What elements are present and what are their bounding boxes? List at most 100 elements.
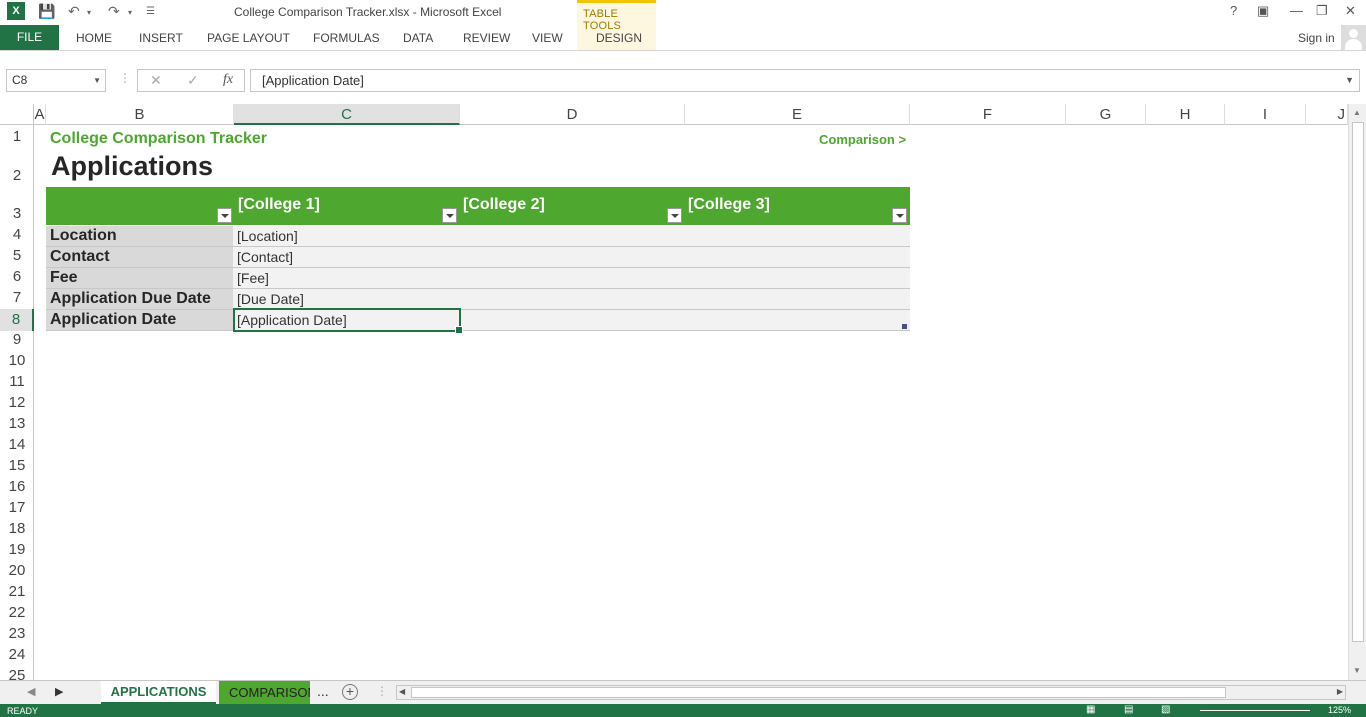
customize-qat-icon[interactable]: ☰ xyxy=(146,6,155,17)
row-header[interactable]: 4 xyxy=(0,226,34,243)
row-header[interactable]: 11 xyxy=(0,373,34,390)
sheet-tab-comparison[interactable]: COMPARISON xyxy=(219,681,310,704)
filter-dropdown-icon[interactable] xyxy=(892,208,907,223)
comparison-link[interactable]: Comparison > xyxy=(819,132,906,147)
scroll-left-icon[interactable]: ◀ xyxy=(399,687,405,696)
page-layout-view-icon[interactable]: ▤ xyxy=(1124,704,1133,715)
page-break-view-icon[interactable]: ▧ xyxy=(1161,704,1170,715)
tab-design[interactable]: DESIGN xyxy=(596,31,642,45)
cell-value[interactable]: [Fee] xyxy=(237,268,269,288)
restore-icon[interactable]: ❐ xyxy=(1316,3,1328,19)
zoom-slider[interactable] xyxy=(1200,710,1310,711)
cell-value[interactable]: [Contact] xyxy=(237,247,293,267)
row-header[interactable]: 20 xyxy=(0,562,34,579)
row-label[interactable]: Location xyxy=(46,226,233,246)
table-header-college-2[interactable]: [College 2] xyxy=(463,196,545,214)
row-header[interactable]: 18 xyxy=(0,520,34,537)
add-sheet-button[interactable]: + xyxy=(342,684,358,700)
column-header-h[interactable]: H xyxy=(1146,104,1225,125)
formula-input[interactable]: [Application Date] ▼ xyxy=(250,69,1360,92)
divider-icon[interactable]: ⋮ xyxy=(376,684,388,698)
filter-dropdown-icon[interactable] xyxy=(442,208,457,223)
active-cell[interactable] xyxy=(233,308,463,334)
row-header-selected[interactable]: 8 xyxy=(0,309,34,331)
row-header[interactable]: 12 xyxy=(0,394,34,411)
scroll-down-icon[interactable]: ▼ xyxy=(1353,666,1361,675)
horizontal-scrollbar[interactable]: ◀ ▶ xyxy=(396,685,1346,700)
column-header-f[interactable]: F xyxy=(910,104,1066,125)
normal-view-icon[interactable]: ▦ xyxy=(1086,704,1095,715)
sign-in-link[interactable]: Sign in xyxy=(1298,31,1335,45)
scroll-up-icon[interactable]: ▲ xyxy=(1353,108,1361,117)
ribbon-display-icon[interactable]: ▣ xyxy=(1257,3,1269,19)
row-header[interactable]: 16 xyxy=(0,478,34,495)
row-header[interactable]: 13 xyxy=(0,415,34,432)
row-label[interactable]: Application Date xyxy=(46,310,233,330)
table-header-college-1[interactable]: [College 1] xyxy=(238,196,320,214)
table-header-college-3[interactable]: [College 3] xyxy=(688,196,770,214)
drag-handle-icon[interactable]: ⋮ xyxy=(119,71,131,85)
h-scroll-thumb[interactable] xyxy=(411,687,1226,698)
row-header[interactable]: 1 xyxy=(0,128,34,145)
column-header-g[interactable]: G xyxy=(1066,104,1146,125)
name-box[interactable]: C8 ▼ xyxy=(6,69,106,92)
tab-formulas[interactable]: FORMULAS xyxy=(313,31,380,45)
sheet-tab-applications[interactable]: APPLICATIONS xyxy=(101,681,216,704)
more-sheets-button[interactable]: ... xyxy=(317,683,329,699)
row-header[interactable]: 10 xyxy=(0,352,34,369)
table-resize-handle[interactable] xyxy=(902,324,907,329)
filter-dropdown-icon[interactable] xyxy=(217,208,232,223)
column-header-j[interactable]: J xyxy=(1306,104,1348,125)
row-header[interactable]: 2 xyxy=(0,167,34,184)
enter-icon[interactable]: ✓ xyxy=(187,72,199,89)
row-header[interactable]: 22 xyxy=(0,604,34,621)
cell-value[interactable]: [Due Date] xyxy=(237,289,304,309)
column-header-b[interactable]: B xyxy=(46,104,234,125)
undo-dropdown-icon[interactable]: ▾ xyxy=(87,8,91,17)
row-label[interactable]: Contact xyxy=(46,247,233,267)
help-button[interactable]: ? xyxy=(1230,3,1237,18)
tab-review[interactable]: REVIEW xyxy=(463,31,510,45)
cell-value[interactable]: [Location] xyxy=(237,226,298,246)
row-header[interactable]: 9 xyxy=(0,331,34,348)
tab-data[interactable]: DATA xyxy=(403,31,433,45)
tab-insert[interactable]: INSERT xyxy=(139,31,183,45)
row-header[interactable]: 23 xyxy=(0,625,34,642)
tab-view[interactable]: VIEW xyxy=(532,31,563,45)
worksheet-grid[interactable]: College Comparison Tracker Comparison > … xyxy=(35,125,1348,680)
undo-icon[interactable]: ↶ xyxy=(68,3,80,20)
close-icon[interactable]: ✕ xyxy=(1345,3,1356,19)
avatar-icon[interactable] xyxy=(1341,25,1366,50)
zoom-level[interactable]: 125% xyxy=(1328,705,1351,715)
row-header[interactable]: 14 xyxy=(0,436,34,453)
scroll-thumb[interactable] xyxy=(1352,122,1364,642)
row-header[interactable]: 19 xyxy=(0,541,34,558)
column-header-e[interactable]: E xyxy=(685,104,910,125)
row-header[interactable]: 6 xyxy=(0,268,34,285)
row-label[interactable]: Application Due Date xyxy=(46,289,233,309)
column-header-d[interactable]: D xyxy=(460,104,685,125)
column-header-c[interactable]: C xyxy=(234,104,460,125)
chevron-down-icon[interactable]: ▼ xyxy=(93,70,101,91)
row-header[interactable]: 21 xyxy=(0,583,34,600)
insert-function-icon[interactable]: fx xyxy=(223,72,233,88)
row-header[interactable]: 5 xyxy=(0,247,34,264)
redo-dropdown-icon[interactable]: ▾ xyxy=(128,8,132,17)
row-header[interactable]: 17 xyxy=(0,499,34,516)
cancel-icon[interactable]: ✕ xyxy=(150,72,162,89)
save-icon[interactable]: 💾 xyxy=(38,3,55,20)
column-header-i[interactable]: I xyxy=(1225,104,1306,125)
row-header[interactable]: 15 xyxy=(0,457,34,474)
tab-home[interactable]: HOME xyxy=(76,31,112,45)
redo-icon[interactable]: ↷ xyxy=(108,3,120,20)
row-header[interactable]: 7 xyxy=(0,289,34,306)
vertical-scrollbar[interactable]: ▲ ▼ xyxy=(1348,104,1366,680)
column-header-a[interactable]: A xyxy=(34,104,46,125)
row-header[interactable]: 3 xyxy=(0,205,34,222)
prev-sheet-icon[interactable]: ◀ xyxy=(27,685,35,698)
tab-page-layout[interactable]: PAGE LAYOUT xyxy=(207,31,290,45)
minimize-icon[interactable]: — xyxy=(1290,3,1303,18)
next-sheet-icon[interactable]: ▶ xyxy=(55,685,63,698)
row-header[interactable]: 24 xyxy=(0,646,34,663)
expand-formula-icon[interactable]: ▼ xyxy=(1345,70,1354,91)
